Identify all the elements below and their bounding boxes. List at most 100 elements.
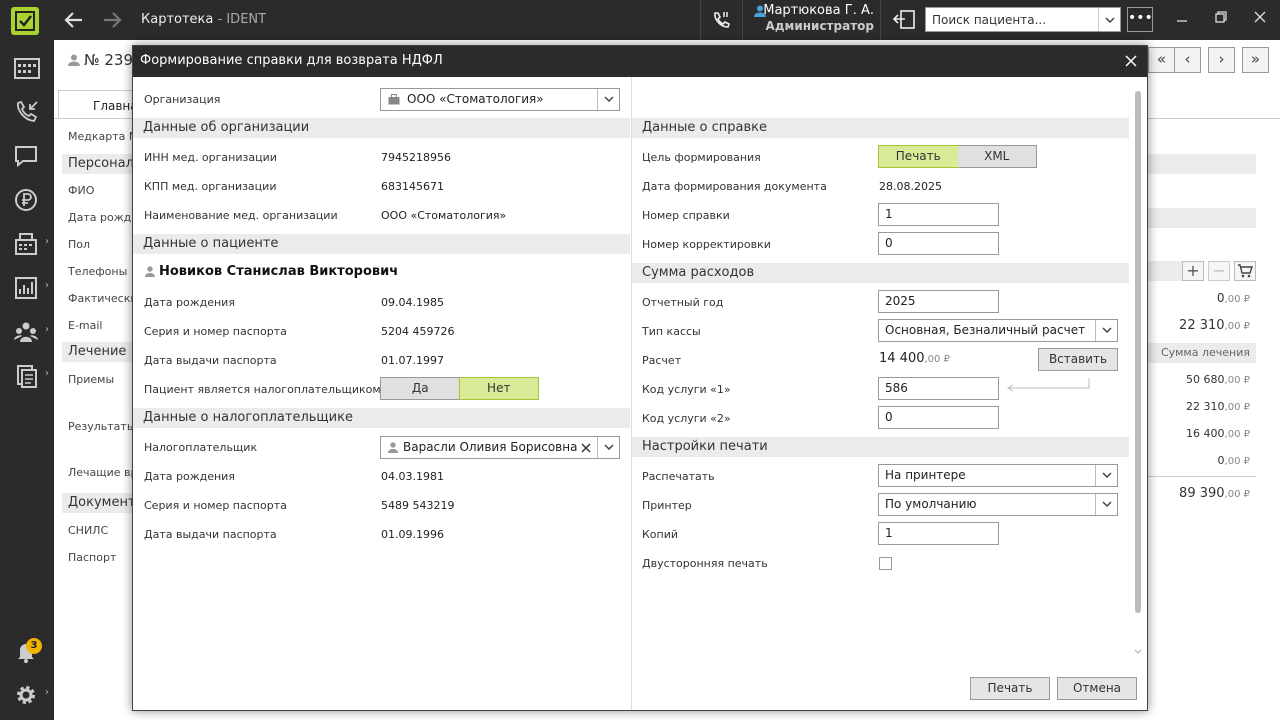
cert-no-label: Номер справки: [642, 209, 730, 222]
bg-label: Паспорт: [68, 551, 117, 564]
dialog-title: Формирование справки для возврата НДФЛ: [140, 53, 443, 68]
cashbox-type-value: Основная, Безналичный расчет: [885, 323, 1086, 337]
clear-icon[interactable]: [581, 443, 591, 453]
organization-dropdown-button[interactable]: [597, 89, 619, 110]
bg-label: Дата рожде: [68, 211, 138, 224]
patient-is-taxpayer-toggle: Да Нет: [380, 377, 539, 400]
purpose-label: Цель формирования: [642, 151, 761, 164]
chevron-down-icon: [604, 96, 614, 102]
minimize-button[interactable]: [1171, 8, 1193, 30]
search-dropdown-button[interactable]: [1098, 8, 1120, 31]
purpose-xml-option[interactable]: XML: [957, 146, 1036, 167]
insert-button[interactable]: Вставить: [1038, 348, 1118, 371]
calc-value: 14 400,00 ₽: [879, 351, 950, 366]
service-code1-input[interactable]: 586: [878, 377, 999, 400]
cashbox-type-select[interactable]: Основная, Безналичный расчет: [878, 319, 1118, 342]
restore-button[interactable]: [1210, 8, 1232, 30]
taxpayer-passport-value: 5489 543219: [381, 499, 455, 512]
back-button[interactable]: [54, 0, 94, 40]
next-record-button[interactable]: ›: [1208, 47, 1235, 73]
user-info[interactable]: Мартюкова Г. А. Администратор: [750, 3, 874, 33]
rail-cashbox-icon[interactable]: ›: [0, 222, 54, 266]
first-record-button[interactable]: «: [1148, 47, 1175, 73]
app-logo-icon[interactable]: [11, 7, 39, 35]
patient-passport-value: 5204 459726: [381, 325, 455, 338]
dialog-close-button[interactable]: [1121, 51, 1141, 71]
remove-button[interactable]: −: [1208, 261, 1230, 281]
print-to-dropdown-button[interactable]: [1095, 465, 1117, 486]
rail-settings-icon[interactable]: ›: [0, 673, 54, 717]
printer-select[interactable]: По умолчанию: [878, 493, 1118, 516]
report-year-input[interactable]: 2025: [878, 290, 999, 313]
treatment-sum-header: Сумма лечения: [1160, 346, 1250, 359]
doc-date-value: 28.08.2025: [879, 180, 942, 193]
print-to-value: На принтере: [885, 468, 966, 482]
more-button[interactable]: •••: [1127, 7, 1153, 32]
print-button[interactable]: Печать: [970, 677, 1050, 700]
scroll-down-icon[interactable]: [1134, 649, 1142, 655]
close-icon: [1125, 55, 1137, 67]
org-kpp-label: КПП мед. организации: [144, 180, 277, 193]
left-rail: › › › › 3 ›: [0, 0, 54, 720]
window-title: Картотека - IDENT: [141, 12, 267, 27]
service-code2-input[interactable]: 0: [878, 406, 999, 429]
dialog-scrollbar[interactable]: [1134, 91, 1142, 661]
add-button[interactable]: +: [1182, 261, 1204, 281]
prev-record-button[interactable]: ‹: [1174, 47, 1201, 73]
printer-value: По умолчанию: [885, 497, 977, 511]
user-icon: [68, 54, 80, 66]
print-to-select[interactable]: На принтере: [878, 464, 1118, 487]
copies-input[interactable]: 1: [878, 522, 999, 545]
rail-schedule-icon[interactable]: [0, 46, 54, 90]
scrollbar-thumb[interactable]: [1135, 91, 1141, 613]
bg-label: Фактически: [68, 292, 138, 305]
patient-search-input[interactable]: [926, 8, 1096, 31]
cashbox-type-dropdown-button[interactable]: [1095, 320, 1117, 341]
switch-user-button[interactable]: [884, 0, 924, 40]
purpose-print-option[interactable]: Печать: [878, 145, 959, 168]
rail-calls-icon[interactable]: [0, 90, 54, 134]
cert-no-input[interactable]: 1: [878, 203, 999, 226]
org-section-header: Данные об организации: [133, 118, 630, 138]
cart-button[interactable]: [1234, 261, 1256, 281]
printer-label: Принтер: [642, 499, 692, 512]
expenses-section-header: Сумма расходов: [632, 263, 1129, 283]
chevron-down-icon: [1105, 17, 1115, 23]
correction-no-input[interactable]: 0: [878, 232, 999, 255]
patient-passport-date-value: 01.07.1997: [381, 354, 444, 367]
phone-button[interactable]: [702, 0, 742, 40]
taxpayer-no-option[interactable]: Нет: [458, 377, 539, 400]
taxpayer-passport-date-value: 01.09.1996: [381, 528, 444, 541]
forward-button[interactable]: [92, 0, 132, 40]
rail-documents-icon[interactable]: ›: [0, 354, 54, 398]
chevron-right-icon: ›: [45, 687, 49, 698]
phone-icon: [714, 12, 730, 28]
bg-label: Приемы: [68, 373, 115, 386]
rail-notifications-icon[interactable]: 3: [0, 630, 54, 674]
notifications-badge: 3: [26, 638, 42, 654]
taxpayer-select[interactable]: Варасли Оливия Борисовна: [380, 436, 620, 459]
duplex-checkbox[interactable]: [879, 557, 892, 570]
close-window-button[interactable]: [1249, 8, 1271, 30]
rail-chat-icon[interactable]: [0, 134, 54, 178]
patient-search[interactable]: [925, 7, 1121, 32]
taxpayer-dropdown-button[interactable]: [597, 437, 619, 458]
patient-is-taxpayer-label: Пациент является налогоплательщиком: [144, 383, 381, 396]
taxpayer-yes-option[interactable]: Да: [381, 378, 460, 399]
bg-section: Лечение: [62, 342, 142, 362]
rail-staff-icon[interactable]: ›: [0, 310, 54, 354]
organization-select[interactable]: ООО «Стоматология»: [380, 88, 620, 111]
amount: 22 310,00 ₽: [1186, 400, 1250, 413]
rail-finance-icon[interactable]: [0, 178, 54, 222]
bg-section: Документ: [62, 493, 142, 513]
cancel-button[interactable]: Отмена: [1057, 677, 1137, 700]
correction-no-label: Номер корректировки: [642, 238, 771, 251]
bg-label: СНИЛС: [68, 524, 109, 537]
report-year-label: Отчетный год: [642, 296, 724, 309]
printer-dropdown-button[interactable]: [1095, 494, 1117, 515]
rail-reports-icon[interactable]: ›: [0, 266, 54, 310]
last-record-button[interactable]: »: [1242, 47, 1269, 73]
tab-main[interactable]: Главна: [58, 90, 138, 118]
taxpayer-section-header: Данные о налогоплательщике: [133, 408, 630, 428]
bg-label: Результаты: [68, 420, 136, 433]
